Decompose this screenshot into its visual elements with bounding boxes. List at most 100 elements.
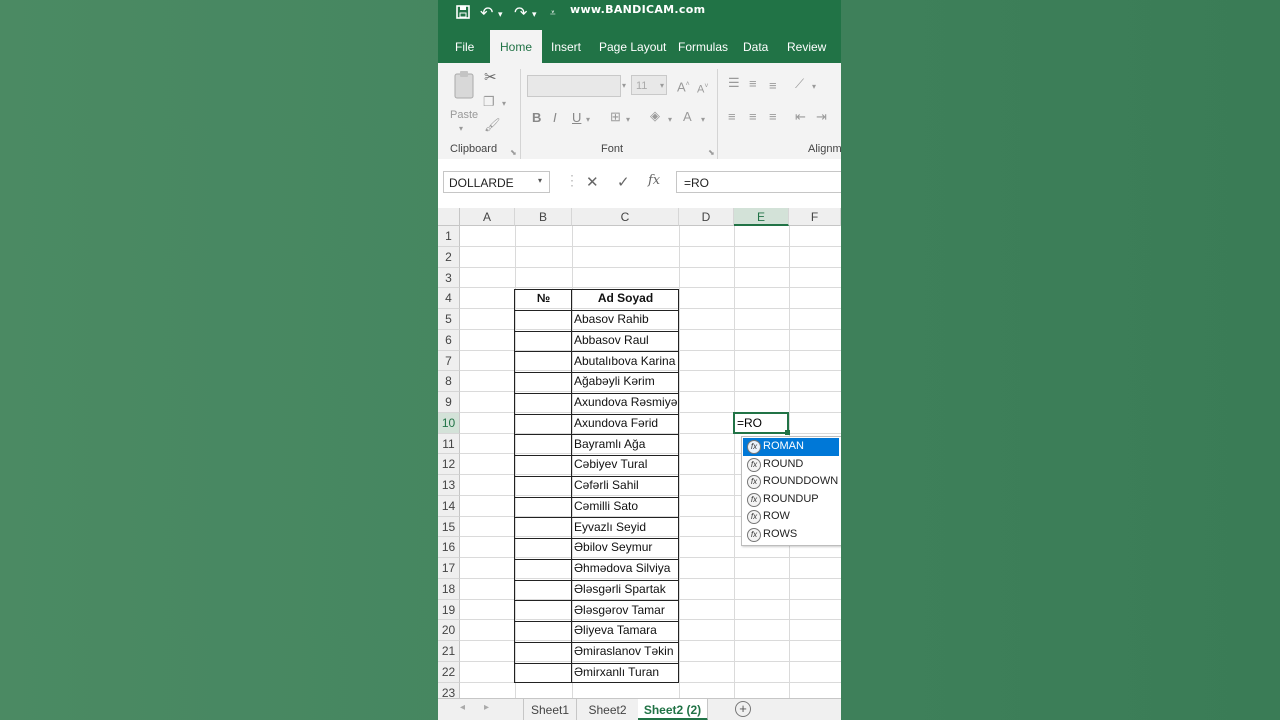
row-header-20[interactable]: 20 xyxy=(438,620,460,641)
scroll-right-icon[interactable]: ▸ xyxy=(484,702,489,713)
row-header-14[interactable]: 14 xyxy=(438,495,460,517)
column-header-e[interactable]: E xyxy=(734,208,789,226)
table-name-cell[interactable]: Eyvazlı Seyid xyxy=(572,517,679,538)
decrease-font-icon[interactable]: A˅ xyxy=(697,80,708,97)
borders-dropdown-icon[interactable]: ▾ xyxy=(626,113,630,127)
row-header-5[interactable]: 5 xyxy=(438,309,460,330)
table-number-cell[interactable] xyxy=(515,330,572,351)
insert-function-icon[interactable]: fx xyxy=(648,173,660,188)
row-header-9[interactable]: 9 xyxy=(438,392,460,413)
enter-icon[interactable]: ✓ xyxy=(617,173,630,191)
clipboard-launcher-icon[interactable]: ⬊ xyxy=(510,146,517,160)
save-icon[interactable] xyxy=(456,5,470,24)
table-number-cell[interactable] xyxy=(515,413,572,434)
row-header-8[interactable]: 8 xyxy=(438,371,460,392)
row-header-2[interactable]: 2 xyxy=(438,246,460,268)
tab-home[interactable]: Home xyxy=(490,30,543,63)
cancel-icon[interactable]: ✕ xyxy=(586,173,599,191)
tab-file[interactable]: File xyxy=(445,30,484,63)
underline-dropdown-icon[interactable]: ▾ xyxy=(586,113,590,127)
column-header-f[interactable]: F xyxy=(789,208,841,226)
table-name-cell[interactable]: Ələsgərli Spartak xyxy=(572,579,679,600)
autocomplete-item[interactable]: fx ROW xyxy=(743,508,839,526)
font-color-dropdown-icon[interactable]: ▾ xyxy=(701,113,705,127)
font-color-icon[interactable]: A xyxy=(683,110,692,124)
table-name-cell[interactable]: Ağabəyli Kərim xyxy=(572,371,679,392)
table-number-cell[interactable] xyxy=(515,309,572,330)
row-header-22[interactable]: 22 xyxy=(438,661,460,683)
table-number-cell[interactable] xyxy=(515,579,572,600)
sheet-tab-sheet2-2[interactable]: Sheet2 (2) xyxy=(638,699,708,720)
customize-toolbar-icon[interactable]: ⩡ xyxy=(550,5,556,23)
align-left-icon[interactable]: ≡ xyxy=(728,110,736,124)
font-name-dropdown-icon[interactable]: ▾ xyxy=(622,79,626,93)
table-name-cell[interactable]: Əhmədova Silviya xyxy=(572,558,679,579)
bold-button[interactable]: B xyxy=(532,111,541,125)
middle-align-icon[interactable]: ≡ xyxy=(749,77,757,91)
row-header-7[interactable]: 7 xyxy=(438,350,460,372)
name-box-dropdown-icon[interactable]: ▾ xyxy=(538,176,542,185)
table-number-cell[interactable] xyxy=(515,558,572,579)
bottom-align-icon[interactable]: ≡ xyxy=(769,79,777,93)
sheet-tab-sheet2[interactable]: Sheet2 xyxy=(577,699,639,720)
row-header-16[interactable]: 16 xyxy=(438,537,460,558)
column-header-c[interactable]: C xyxy=(572,208,679,226)
table-name-cell[interactable]: Cəfərli Sahil xyxy=(572,475,679,496)
table-name-cell[interactable]: Abasov Rahib xyxy=(572,309,679,330)
table-name-cell[interactable]: Axundova Rəsmiyə xyxy=(572,392,679,413)
table-name-cell[interactable]: Axundova Fərid xyxy=(572,413,679,434)
table-number-cell[interactable] xyxy=(515,600,572,621)
orientation-icon[interactable]: ⟋ xyxy=(795,77,804,91)
table-number-cell[interactable] xyxy=(515,454,572,475)
table-number-cell[interactable] xyxy=(515,351,572,372)
table-number-cell[interactable] xyxy=(515,434,572,455)
table-name-cell[interactable]: Ələsgərov Tamar xyxy=(572,600,679,621)
paste-dropdown-icon[interactable]: ▾ xyxy=(459,122,463,136)
paste-label[interactable]: Paste xyxy=(450,108,478,122)
row-header-21[interactable]: 21 xyxy=(438,641,460,662)
tab-review[interactable]: Review xyxy=(777,30,836,63)
table-name-cell[interactable]: Əbilov Seymur xyxy=(572,537,679,558)
orientation-dropdown-icon[interactable]: ▾ xyxy=(812,80,816,94)
table-name-cell[interactable]: Əmirxanlı Turan xyxy=(572,662,679,683)
table-number-cell[interactable] xyxy=(515,537,572,558)
increase-indent-icon[interactable]: ⇥ xyxy=(816,110,827,124)
autocomplete-item[interactable]: fx ROWS xyxy=(743,526,839,544)
tab-data[interactable]: Data xyxy=(733,30,778,63)
column-header-b[interactable]: B xyxy=(515,208,572,226)
autocomplete-item[interactable]: fx ROUNDDOWN xyxy=(743,473,839,491)
cut-icon[interactable]: ✂ xyxy=(484,70,497,85)
table-name-cell[interactable]: Bayramlı Ağa xyxy=(572,434,679,455)
sheet-tab-sheet1[interactable]: Sheet1 xyxy=(524,699,577,720)
increase-font-icon[interactable]: A˄ xyxy=(677,78,690,94)
font-size-dropdown-icon[interactable]: ▾ xyxy=(660,79,664,93)
autocomplete-item[interactable]: fx ROUNDUP xyxy=(743,491,839,509)
table-number-cell[interactable] xyxy=(515,392,572,413)
table-name-cell[interactable]: Abutalıbova Karina xyxy=(572,351,679,372)
scroll-left-icon[interactable]: ◂ xyxy=(460,702,465,713)
copy-icon[interactable]: ❐ xyxy=(483,95,495,109)
undo-dropdown-icon[interactable]: ▾ xyxy=(498,5,503,23)
table-number-cell[interactable] xyxy=(515,475,572,496)
copy-dropdown-icon[interactable]: ▾ xyxy=(502,97,506,111)
redo-icon[interactable]: ↷ xyxy=(514,5,527,23)
borders-icon[interactable]: ⊞ xyxy=(610,110,621,124)
tab-insert[interactable]: Insert xyxy=(541,30,591,63)
redo-dropdown-icon[interactable]: ▾ xyxy=(532,5,537,23)
table-number-cell[interactable] xyxy=(515,662,572,683)
row-header-13[interactable]: 13 xyxy=(438,475,460,496)
row-header-17[interactable]: 17 xyxy=(438,558,460,579)
table-number-cell[interactable] xyxy=(515,641,572,662)
fill-handle[interactable] xyxy=(785,430,790,435)
row-header-11[interactable]: 11 xyxy=(438,433,460,455)
table-number-cell[interactable] xyxy=(515,496,572,517)
fill-color-icon[interactable]: ◈ xyxy=(650,109,660,123)
format-painter-icon[interactable]: 🖌 xyxy=(484,118,501,132)
row-header-10[interactable]: 10 xyxy=(438,412,460,434)
row-header-3[interactable]: 3 xyxy=(438,267,460,289)
row-header-1[interactable]: 1 xyxy=(438,226,460,247)
table-name-cell[interactable]: Əmiraslanov Təkin xyxy=(572,641,679,662)
undo-icon[interactable]: ↶ xyxy=(480,5,493,23)
row-header-12[interactable]: 12 xyxy=(438,454,460,475)
font-launcher-icon[interactable]: ⬊ xyxy=(708,146,715,160)
